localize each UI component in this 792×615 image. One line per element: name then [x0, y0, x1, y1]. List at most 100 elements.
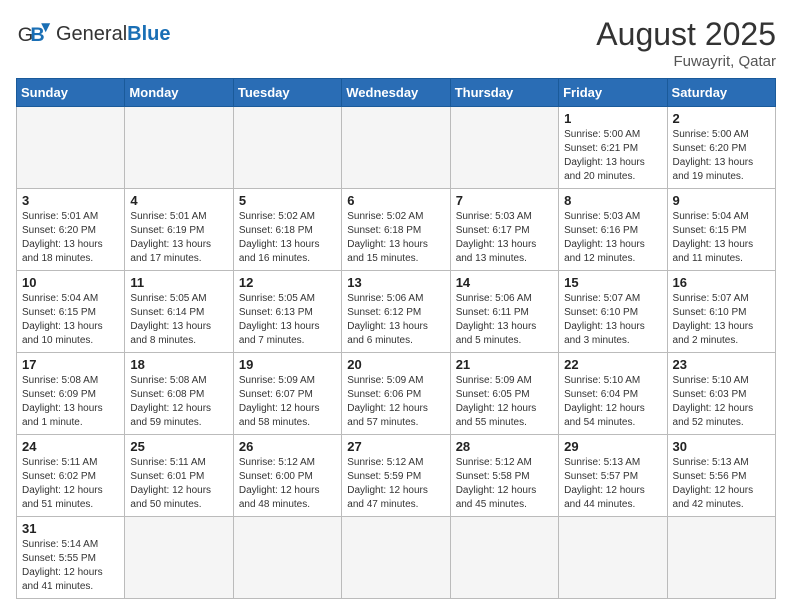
calendar-day-cell: 23 Sunrise: 5:10 AM Sunset: 6:03 PM Dayli… [667, 353, 775, 435]
calendar-day-cell [125, 517, 233, 599]
day-number: 14 [456, 275, 553, 290]
calendar-week-row: 24 Sunrise: 5:11 AM Sunset: 6:02 PM Dayli… [17, 435, 776, 517]
calendar-week-row: 3 Sunrise: 5:01 AM Sunset: 6:20 PM Daylig… [17, 189, 776, 271]
day-number: 8 [564, 193, 661, 208]
calendar-day-cell: 5 Sunrise: 5:02 AM Sunset: 6:18 PM Daylig… [233, 189, 341, 271]
month-year-title: August 2025 [596, 16, 776, 53]
day-number: 20 [347, 357, 444, 372]
calendar-week-row: 31 Sunrise: 5:14 AM Sunset: 5:55 PM Dayli… [17, 517, 776, 599]
calendar-day-cell: 2Sunrise: 5:00 AM Sunset: 6:20 PM Daylig… [667, 107, 775, 189]
calendar-day-cell: 9Sunrise: 5:04 AM Sunset: 6:15 PM Daylig… [667, 189, 775, 271]
svg-text:B: B [30, 24, 44, 46]
calendar-day-cell: 31 Sunrise: 5:14 AM Sunset: 5:55 PM Dayli… [17, 517, 125, 599]
calendar-header-saturday: Saturday [667, 79, 775, 107]
day-info: Sunrise: 5:03 AM Sunset: 6:16 PM Dayligh… [564, 210, 661, 266]
day-number: 13 [347, 275, 444, 290]
calendar-table: SundayMondayTuesdayWednesdayThursdayFrid… [16, 78, 776, 599]
page-header: G B GeneralBlue August 2025 Fuwayrit, Qa… [16, 16, 776, 70]
calendar-day-cell [342, 107, 450, 189]
calendar-day-cell [342, 517, 450, 599]
day-info: Sunrise: 5:09 AM Sunset: 6:06 PM Dayligh… [347, 374, 444, 430]
day-info: Sunrise: 5:04 AM Sunset: 6:15 PM Dayligh… [22, 292, 119, 348]
day-info: Sunrise: 5:12 AM Sunset: 5:58 PM Dayligh… [456, 456, 553, 512]
day-info: Sunrise: 5:01 AM Sunset: 6:20 PM Dayligh… [22, 210, 119, 266]
calendar-day-cell [17, 107, 125, 189]
calendar-day-cell [125, 107, 233, 189]
calendar-day-cell: 8 Sunrise: 5:03 AM Sunset: 6:16 PM Daylig… [559, 189, 667, 271]
calendar-day-cell: 28 Sunrise: 5:12 AM Sunset: 5:58 PM Dayli… [450, 435, 558, 517]
calendar-week-row: 10 Sunrise: 5:04 AM Sunset: 6:15 PM Dayli… [17, 271, 776, 353]
day-info: Sunrise: 5:12 AM Sunset: 5:59 PM Dayligh… [347, 456, 444, 512]
calendar-day-cell: 18Sunrise: 5:08 AM Sunset: 6:08 PM Dayli… [125, 353, 233, 435]
calendar-day-cell: 11Sunrise: 5:05 AM Sunset: 6:14 PM Dayli… [125, 271, 233, 353]
day-info: Sunrise: 5:13 AM Sunset: 5:56 PM Dayligh… [673, 456, 770, 512]
calendar-day-cell: 30 Sunrise: 5:13 AM Sunset: 5:56 PM Dayli… [667, 435, 775, 517]
calendar-day-cell: 1Sunrise: 5:00 AM Sunset: 6:21 PM Daylig… [559, 107, 667, 189]
day-number: 7 [456, 193, 553, 208]
day-info: Sunrise: 5:02 AM Sunset: 6:18 PM Dayligh… [239, 210, 336, 266]
calendar-day-cell: 12Sunrise: 5:05 AM Sunset: 6:13 PM Dayli… [233, 271, 341, 353]
day-number: 1 [564, 111, 661, 126]
day-number: 25 [130, 439, 227, 454]
day-info: Sunrise: 5:09 AM Sunset: 6:07 PM Dayligh… [239, 374, 336, 430]
calendar-day-cell [233, 107, 341, 189]
day-number: 17 [22, 357, 119, 372]
day-number: 30 [673, 439, 770, 454]
day-info: Sunrise: 5:10 AM Sunset: 6:03 PM Dayligh… [673, 374, 770, 430]
day-number: 21 [456, 357, 553, 372]
calendar-day-cell: 24 Sunrise: 5:11 AM Sunset: 6:02 PM Dayli… [17, 435, 125, 517]
calendar-day-cell: 17 Sunrise: 5:08 AM Sunset: 6:09 PM Dayli… [17, 353, 125, 435]
day-number: 29 [564, 439, 661, 454]
day-info: Sunrise: 5:03 AM Sunset: 6:17 PM Dayligh… [456, 210, 553, 266]
calendar-day-cell: 25Sunrise: 5:11 AM Sunset: 6:01 PM Dayli… [125, 435, 233, 517]
calendar-day-cell [450, 517, 558, 599]
day-number: 6 [347, 193, 444, 208]
calendar-day-cell: 19Sunrise: 5:09 AM Sunset: 6:07 PM Dayli… [233, 353, 341, 435]
day-number: 10 [22, 275, 119, 290]
day-info: Sunrise: 5:05 AM Sunset: 6:14 PM Dayligh… [130, 292, 227, 348]
day-number: 2 [673, 111, 770, 126]
day-info: Sunrise: 5:08 AM Sunset: 6:09 PM Dayligh… [22, 374, 119, 430]
day-info: Sunrise: 5:02 AM Sunset: 6:18 PM Dayligh… [347, 210, 444, 266]
calendar-day-cell [559, 517, 667, 599]
day-number: 5 [239, 193, 336, 208]
day-number: 24 [22, 439, 119, 454]
calendar-day-cell [233, 517, 341, 599]
title-block: August 2025 Fuwayrit, Qatar [596, 16, 776, 70]
day-number: 3 [22, 193, 119, 208]
day-number: 27 [347, 439, 444, 454]
calendar-day-cell: 29 Sunrise: 5:13 AM Sunset: 5:57 PM Dayli… [559, 435, 667, 517]
day-number: 31 [22, 521, 119, 536]
day-number: 28 [456, 439, 553, 454]
calendar-day-cell: 4Sunrise: 5:01 AM Sunset: 6:19 PM Daylig… [125, 189, 233, 271]
day-info: Sunrise: 5:13 AM Sunset: 5:57 PM Dayligh… [564, 456, 661, 512]
calendar-header-wednesday: Wednesday [342, 79, 450, 107]
logo-icon: G B [16, 16, 52, 52]
day-info: Sunrise: 5:09 AM Sunset: 6:05 PM Dayligh… [456, 374, 553, 430]
day-info: Sunrise: 5:07 AM Sunset: 6:10 PM Dayligh… [673, 292, 770, 348]
calendar-day-cell: 14Sunrise: 5:06 AM Sunset: 6:11 PM Dayli… [450, 271, 558, 353]
calendar-day-cell: 6 Sunrise: 5:02 AM Sunset: 6:18 PM Daylig… [342, 189, 450, 271]
calendar-day-cell [450, 107, 558, 189]
calendar-week-row: 1Sunrise: 5:00 AM Sunset: 6:21 PM Daylig… [17, 107, 776, 189]
calendar-day-cell: 15Sunrise: 5:07 AM Sunset: 6:10 PM Dayli… [559, 271, 667, 353]
calendar-week-row: 17 Sunrise: 5:08 AM Sunset: 6:09 PM Dayli… [17, 353, 776, 435]
calendar-day-cell: 20 Sunrise: 5:09 AM Sunset: 6:06 PM Dayli… [342, 353, 450, 435]
day-number: 16 [673, 275, 770, 290]
day-info: Sunrise: 5:12 AM Sunset: 6:00 PM Dayligh… [239, 456, 336, 512]
calendar-day-cell: 26 Sunrise: 5:12 AM Sunset: 6:00 PM Dayli… [233, 435, 341, 517]
day-number: 9 [673, 193, 770, 208]
calendar-header-friday: Friday [559, 79, 667, 107]
day-info: Sunrise: 5:06 AM Sunset: 6:12 PM Dayligh… [347, 292, 444, 348]
calendar-header-sunday: Sunday [17, 79, 125, 107]
calendar-day-cell: 16 Sunrise: 5:07 AM Sunset: 6:10 PM Dayli… [667, 271, 775, 353]
day-number: 23 [673, 357, 770, 372]
logo: G B GeneralBlue [16, 16, 171, 52]
calendar-day-cell: 27 Sunrise: 5:12 AM Sunset: 5:59 PM Dayli… [342, 435, 450, 517]
day-info: Sunrise: 5:14 AM Sunset: 5:55 PM Dayligh… [22, 538, 119, 594]
day-info: Sunrise: 5:08 AM Sunset: 6:08 PM Dayligh… [130, 374, 227, 430]
day-info: Sunrise: 5:11 AM Sunset: 6:02 PM Dayligh… [22, 456, 119, 512]
day-number: 26 [239, 439, 336, 454]
calendar-day-cell: 7 Sunrise: 5:03 AM Sunset: 6:17 PM Daylig… [450, 189, 558, 271]
calendar-day-cell: 3 Sunrise: 5:01 AM Sunset: 6:20 PM Daylig… [17, 189, 125, 271]
